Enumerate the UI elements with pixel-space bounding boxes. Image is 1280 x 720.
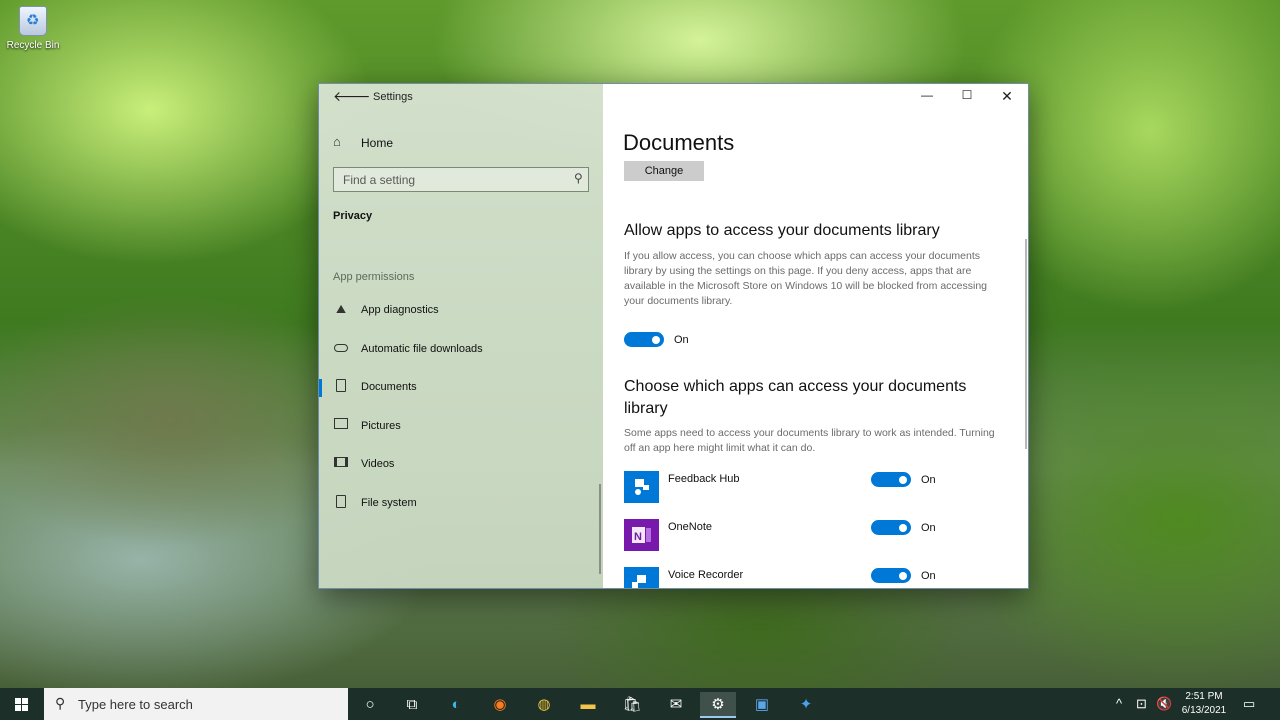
- allow-description: If you allow access, you can choose whic…: [624, 250, 988, 307]
- notifications-icon[interactable]: ▭: [1243, 688, 1255, 720]
- file-icon: [333, 495, 349, 511]
- sidebar-item-label: Pictures: [361, 420, 401, 432]
- settings-taskbar-icon[interactable]: ⚙: [700, 692, 736, 718]
- main-scrollbar[interactable]: [1025, 239, 1027, 449]
- outlook-icon[interactable]: ▣: [744, 692, 780, 718]
- network-icon[interactable]: ⊡: [1136, 688, 1147, 720]
- close-button[interactable]: ✕: [992, 88, 1022, 108]
- firefox-icon[interactable]: ◉: [482, 692, 518, 718]
- window-controls: — ☐ ✕: [601, 84, 1028, 112]
- app-name: Feedback Hub: [668, 473, 740, 485]
- allow-access-toggle[interactable]: [624, 332, 664, 347]
- window-title: Settings: [373, 91, 413, 103]
- sidebar-item-label: Videos: [361, 458, 395, 470]
- app-name: Voice Recorder: [668, 569, 744, 581]
- show-hidden-icons-icon[interactable]: ^: [1116, 688, 1122, 720]
- file-explorer-icon[interactable]: ▬: [570, 692, 606, 718]
- voice-recorder-toggle[interactable]: [871, 568, 911, 583]
- taskbar-search-placeholder: Type here to search: [78, 697, 193, 712]
- recycle-bin[interactable]: Recycle Bin: [4, 6, 62, 51]
- search-icon: ⚲: [574, 171, 583, 185]
- active-indicator: [319, 379, 322, 397]
- settings-main: — ☐ ✕ Documents Change Allow apps to acc…: [603, 84, 1028, 588]
- feedback-hub-icon: [624, 471, 659, 503]
- teams-icon[interactable]: ✦: [788, 692, 824, 718]
- allow-access-toggle-label: On: [674, 334, 689, 346]
- title-bar: 🡐 Settings: [319, 84, 603, 112]
- sidebar-item-label: Automatic file downloads: [361, 343, 483, 355]
- windows-logo-icon: [15, 698, 28, 711]
- onenote-toggle[interactable]: [871, 520, 911, 535]
- chart-icon: ⛰: [335, 302, 347, 316]
- search-icon: ⚲: [55, 695, 66, 711]
- allow-heading: Allow apps to access your documents libr…: [624, 222, 940, 239]
- back-button[interactable]: 🡐: [333, 88, 371, 108]
- clock-date: 6/13/2021: [1181, 705, 1227, 716]
- onenote-icon: N: [624, 519, 659, 551]
- store-icon[interactable]: 🛍: [614, 692, 650, 718]
- sidebar-item-pictures[interactable]: Pictures: [319, 414, 603, 440]
- taskbar: ⚲ Type here to search ○ ⧉ ◐ ◉ ◍ ▬ 🛍 ✉ ⚙ …: [0, 688, 1280, 720]
- mail-icon[interactable]: ✉: [658, 692, 694, 718]
- recycle-bin-icon: [19, 6, 47, 36]
- sidebar-item-file-system[interactable]: File system: [319, 491, 603, 517]
- toggle-label: On: [921, 570, 936, 582]
- sidebar-scrollbar[interactable]: [599, 484, 601, 574]
- cortana-icon[interactable]: ○: [352, 692, 388, 718]
- feedback-hub-toggle[interactable]: [871, 472, 911, 487]
- edge-icon[interactable]: ◐: [438, 692, 474, 718]
- toggle-label: On: [921, 474, 936, 486]
- picture-icon: [333, 418, 349, 434]
- sidebar-item-label: Documents: [361, 381, 417, 393]
- taskbar-clock[interactable]: 2:51 PM 6/13/2021: [1176, 690, 1232, 718]
- recycle-bin-label: Recycle Bin: [6, 40, 60, 51]
- sidebar-item-documents[interactable]: Documents: [319, 375, 603, 401]
- group-title: App permissions: [333, 271, 415, 283]
- sidebar-item-label: File system: [361, 497, 417, 509]
- category-title: Privacy: [333, 210, 373, 222]
- sidebar-item-videos[interactable]: Videos: [319, 452, 603, 478]
- choose-heading: Choose which apps can access your docume…: [624, 378, 967, 417]
- task-view-icon[interactable]: ⧉: [394, 692, 430, 718]
- voice-recorder-icon: [624, 567, 659, 588]
- home-icon: ⌂: [333, 134, 341, 149]
- settings-sidebar: 🡐 Settings ⌂ Home ⚲ Privacy App permissi…: [319, 84, 603, 588]
- start-button[interactable]: [0, 688, 44, 720]
- nav-home-label: Home: [361, 136, 394, 150]
- toggle-label: On: [921, 522, 936, 534]
- taskbar-search[interactable]: ⚲ Type here to search: [44, 688, 348, 720]
- page-title: Documents: [623, 130, 735, 155]
- minimize-button[interactable]: —: [912, 88, 942, 108]
- chrome-icon[interactable]: ◍: [526, 692, 562, 718]
- svg-text:N: N: [634, 531, 642, 543]
- sidebar-item-app-diagnostics[interactable]: ⛰ App diagnostics: [319, 298, 603, 324]
- find-setting-input[interactable]: [334, 168, 564, 191]
- find-setting-search[interactable]: ⚲: [333, 167, 589, 192]
- settings-window: 🡐 Settings ⌂ Home ⚲ Privacy App permissi…: [318, 83, 1029, 589]
- nav-home[interactable]: ⌂ Home: [333, 134, 583, 154]
- change-button[interactable]: Change: [624, 161, 704, 181]
- volume-muted-icon[interactable]: 🔇: [1156, 688, 1172, 720]
- maximize-button[interactable]: ☐: [952, 88, 982, 108]
- choose-description: Some apps need to access your documents …: [624, 427, 995, 454]
- app-name: OneNote: [668, 521, 713, 533]
- clock-time: 2:51 PM: [1185, 691, 1223, 702]
- video-icon: [333, 456, 349, 472]
- document-icon: [333, 379, 349, 395]
- sidebar-item-automatic-file-downloads[interactable]: Automatic file downloads: [319, 337, 603, 363]
- cloud-icon: [333, 341, 349, 357]
- sidebar-item-label: App diagnostics: [361, 304, 439, 316]
